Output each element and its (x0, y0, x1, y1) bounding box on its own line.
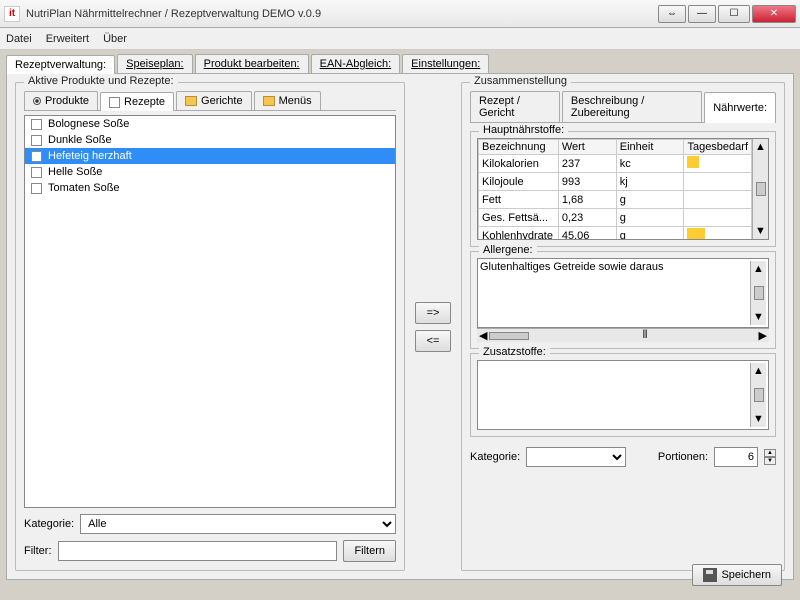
list-item-label: Helle Soße (48, 166, 102, 178)
checkbox-icon[interactable] (31, 119, 42, 130)
kategorie-select[interactable]: Alle (80, 514, 396, 534)
move-right-button[interactable]: => (415, 302, 451, 324)
right-kategorie-select[interactable] (526, 447, 626, 467)
right-kategorie-label: Kategorie: (470, 451, 520, 463)
spinner-up-icon[interactable]: ▲ (764, 449, 776, 457)
zusatzstoffe-label: Zusatzstoffe: (479, 346, 550, 358)
checkbox-icon[interactable] (31, 151, 42, 162)
radio-icon (33, 97, 41, 105)
left-legend: Aktive Produkte und Rezepte: (24, 75, 178, 87)
list-item-label: Bolognese Soße (48, 118, 129, 130)
help-hint-button[interactable]: ⇔ (658, 5, 686, 23)
menu-uber[interactable]: Über (103, 33, 127, 45)
list-item-label: Dunkle Soße (48, 134, 112, 146)
kategorie-label: Kategorie: (24, 518, 74, 530)
folder-icon (263, 96, 275, 106)
main-panel: Aktive Produkte und Rezepte: Produkte Re… (6, 74, 794, 580)
tab-ean-abgleich[interactable]: EAN-Abgleich: (311, 54, 401, 73)
transfer-buttons: => <= (413, 82, 453, 571)
recipe-list[interactable]: Bolognese Soße Dunkle Soße Hefeteig herzha… (24, 115, 396, 508)
allergene-scrollbar[interactable]: ▲▼ (750, 261, 766, 325)
tab-rezeptverwaltung[interactable]: Rezeptverwaltung: (6, 55, 115, 74)
table-row[interactable]: Ges. Fettsä...0,23g (479, 209, 752, 227)
checkbox-icon[interactable] (31, 135, 42, 146)
list-item[interactable]: Dunkle Soße (25, 132, 395, 148)
minimize-button[interactable]: — (688, 5, 716, 23)
menubar: Datei Erweitert Über (0, 28, 800, 50)
list-item-label: Hefeteig herzhaft (48, 150, 132, 162)
filter-button[interactable]: Filtern (343, 540, 396, 562)
hauptnahrstoffe-label: Hauptnährstoffe: (479, 124, 568, 136)
checkbox-icon[interactable] (31, 183, 42, 194)
app-icon: it (4, 6, 20, 22)
window-title: NutriPlan Nährmittelrechner / Rezeptverw… (26, 8, 658, 20)
tab-beschreibung[interactable]: Beschreibung / Zubereitung (562, 91, 702, 122)
close-button[interactable]: ✕ (752, 5, 796, 23)
tab-menus[interactable]: Menüs (254, 91, 321, 110)
col-einheit[interactable]: Einheit (616, 140, 684, 155)
col-tagesbedarf[interactable]: Tagesbedarf (684, 140, 752, 155)
tab-nahrwerte[interactable]: Nährwerte: (704, 92, 776, 123)
left-groupbox: Aktive Produkte und Rezepte: Produkte Re… (15, 82, 405, 571)
right-inner-tabs: Rezept / Gericht Beschreibung / Zubereit… (470, 91, 776, 123)
titlebar: it NutriPlan Nährmittelrechner / Rezeptv… (0, 0, 800, 28)
scroll-up-icon[interactable]: ▲ (755, 141, 766, 153)
filter-input[interactable] (58, 541, 338, 561)
scroll-down-icon[interactable]: ▼ (755, 225, 766, 237)
tab-einstellungen[interactable]: Einstellungen: (402, 54, 489, 73)
table-row[interactable]: Kilokalorien237kc (479, 155, 752, 173)
hauptnahrstoffe-box: Hauptnährstoffe: Bezeichnung Wert Einhei… (470, 131, 776, 247)
col-wert[interactable]: Wert (558, 140, 616, 155)
menu-datei[interactable]: Datei (6, 33, 32, 45)
filter-label: Filter: (24, 545, 52, 557)
list-item[interactable]: Bolognese Soße (25, 116, 395, 132)
move-left-button[interactable]: <= (415, 330, 451, 352)
spinner-down-icon[interactable]: ▼ (764, 457, 776, 465)
allergene-label: Allergene: (479, 244, 537, 256)
main-tabs: Rezeptverwaltung: Speiseplan: Produkt be… (6, 54, 794, 74)
tab-speiseplan[interactable]: Speiseplan: (117, 54, 193, 73)
table-row[interactable]: Fett1,68g (479, 191, 752, 209)
zusatz-scrollbar[interactable]: ▲▼ (750, 363, 766, 427)
allergene-box: Allergene: Glutenhaltiges Getreide sowie… (470, 251, 776, 349)
checkbox-icon (109, 97, 120, 108)
portionen-input[interactable] (714, 447, 758, 467)
tab-rezept-gericht[interactable]: Rezept / Gericht (470, 91, 560, 122)
nutrient-table[interactable]: Bezeichnung Wert Einheit Tagesbedarf Kil… (478, 139, 752, 240)
col-bezeichnung[interactable]: Bezeichnung (479, 140, 559, 155)
zusatzstoffe-box: Zusatzstoffe: ▲▼ (470, 353, 776, 437)
scroll-thumb[interactable] (756, 182, 766, 196)
folder-icon (185, 96, 197, 106)
maximize-button[interactable]: ☐ (718, 5, 750, 23)
tab-produkt-bearbeiten[interactable]: Produkt bearbeiten: (195, 54, 309, 73)
allergene-textarea[interactable]: Glutenhaltiges Getreide sowie daraus ▲▼ (477, 258, 769, 328)
left-inner-tabs: Produkte Rezepte Gerichte Menüs (24, 91, 396, 111)
list-item[interactable]: Tomaten Soße (25, 180, 395, 196)
list-item[interactable]: Helle Soße (25, 164, 395, 180)
portionen-label: Portionen: (658, 451, 708, 463)
allergene-hscroll[interactable]: ◀⦀▶ (477, 328, 769, 342)
right-legend: Zusammenstellung (470, 75, 571, 87)
table-scrollbar[interactable]: ▲▼ (752, 139, 768, 239)
list-item-label: Tomaten Soße (48, 182, 120, 194)
table-row[interactable]: Kohlenhydrate45,06g (479, 227, 752, 241)
table-row[interactable]: Kilojoule993kj (479, 173, 752, 191)
save-button[interactable]: Speichern (692, 564, 782, 586)
zusatzstoffe-textarea[interactable]: ▲▼ (477, 360, 769, 430)
checkbox-icon[interactable] (31, 167, 42, 178)
tab-produkte[interactable]: Produkte (24, 91, 98, 110)
tab-gerichte[interactable]: Gerichte (176, 91, 252, 110)
list-item[interactable]: Hefeteig herzhaft (25, 148, 395, 164)
disk-icon (703, 568, 717, 582)
right-groupbox: Zusammenstellung Rezept / Gericht Beschr… (461, 82, 785, 571)
tab-rezepte[interactable]: Rezepte (100, 92, 174, 111)
menu-erweitert[interactable]: Erweitert (46, 33, 89, 45)
